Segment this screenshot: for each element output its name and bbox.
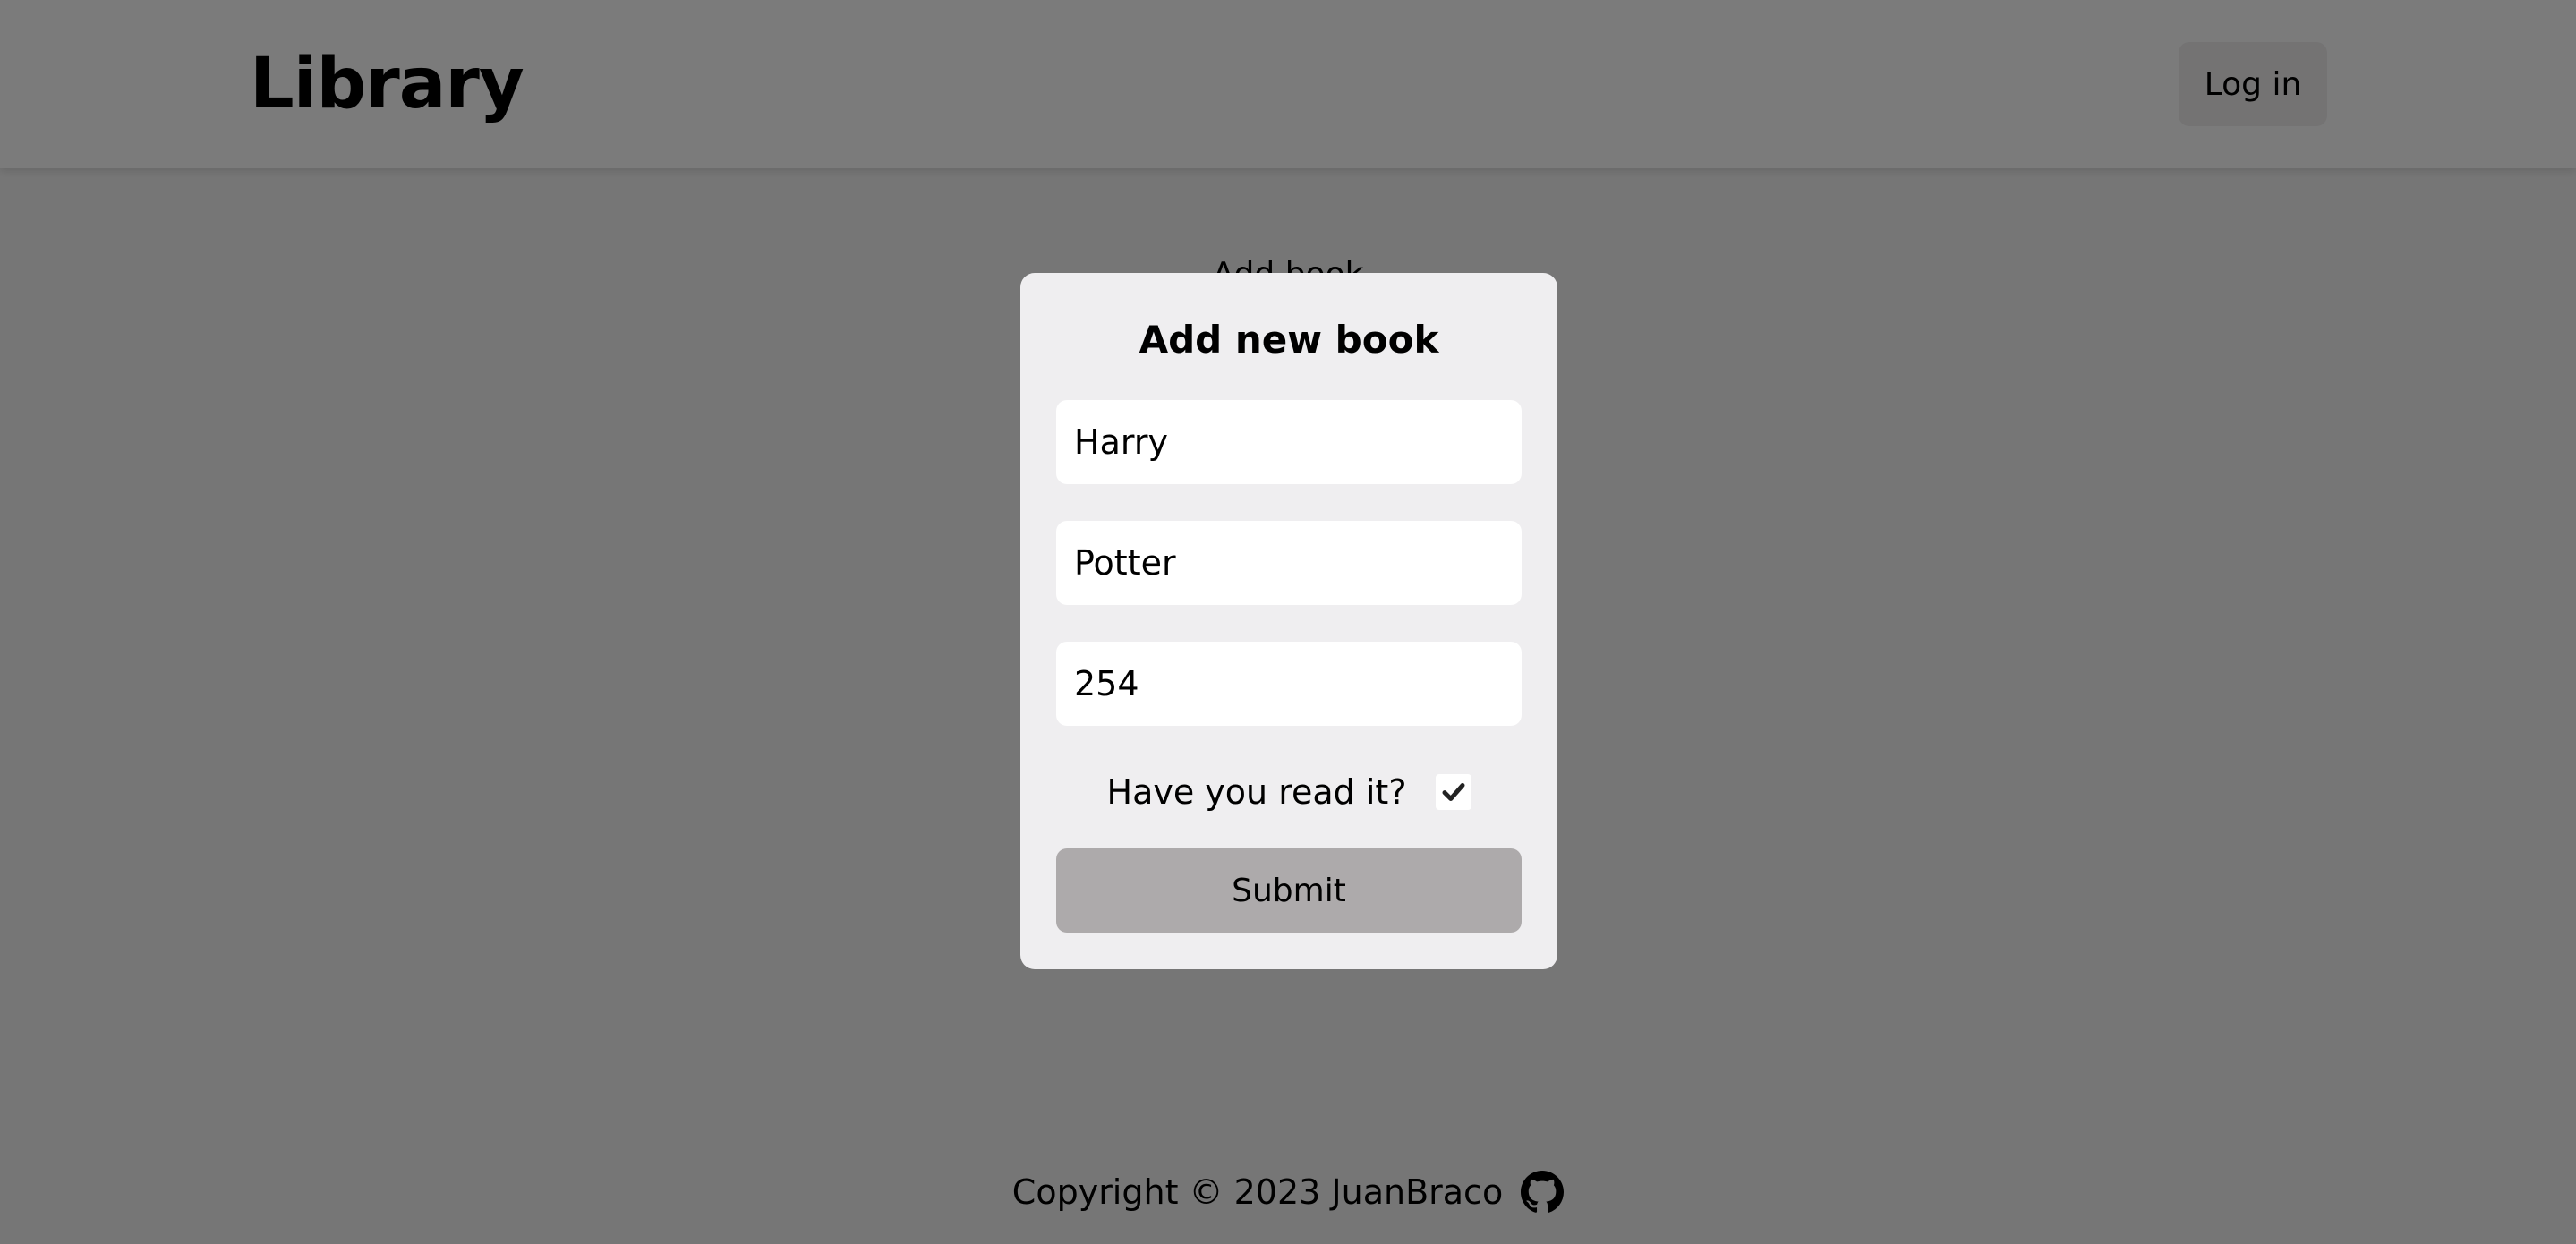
read-checkbox[interactable] — [1435, 774, 1471, 810]
pages-input[interactable] — [1056, 642, 1522, 726]
modal-title: Add new book — [1139, 318, 1439, 362]
read-label: Have you read it? — [1106, 772, 1407, 812]
title-input[interactable] — [1056, 400, 1522, 484]
checkmark-icon — [1442, 783, 1464, 801]
read-row: Have you read it? — [1020, 763, 1557, 821]
author-input[interactable] — [1056, 521, 1522, 605]
add-book-modal: Add new book Have you read it? Submit — [1020, 273, 1557, 969]
submit-button[interactable]: Submit — [1056, 848, 1522, 933]
